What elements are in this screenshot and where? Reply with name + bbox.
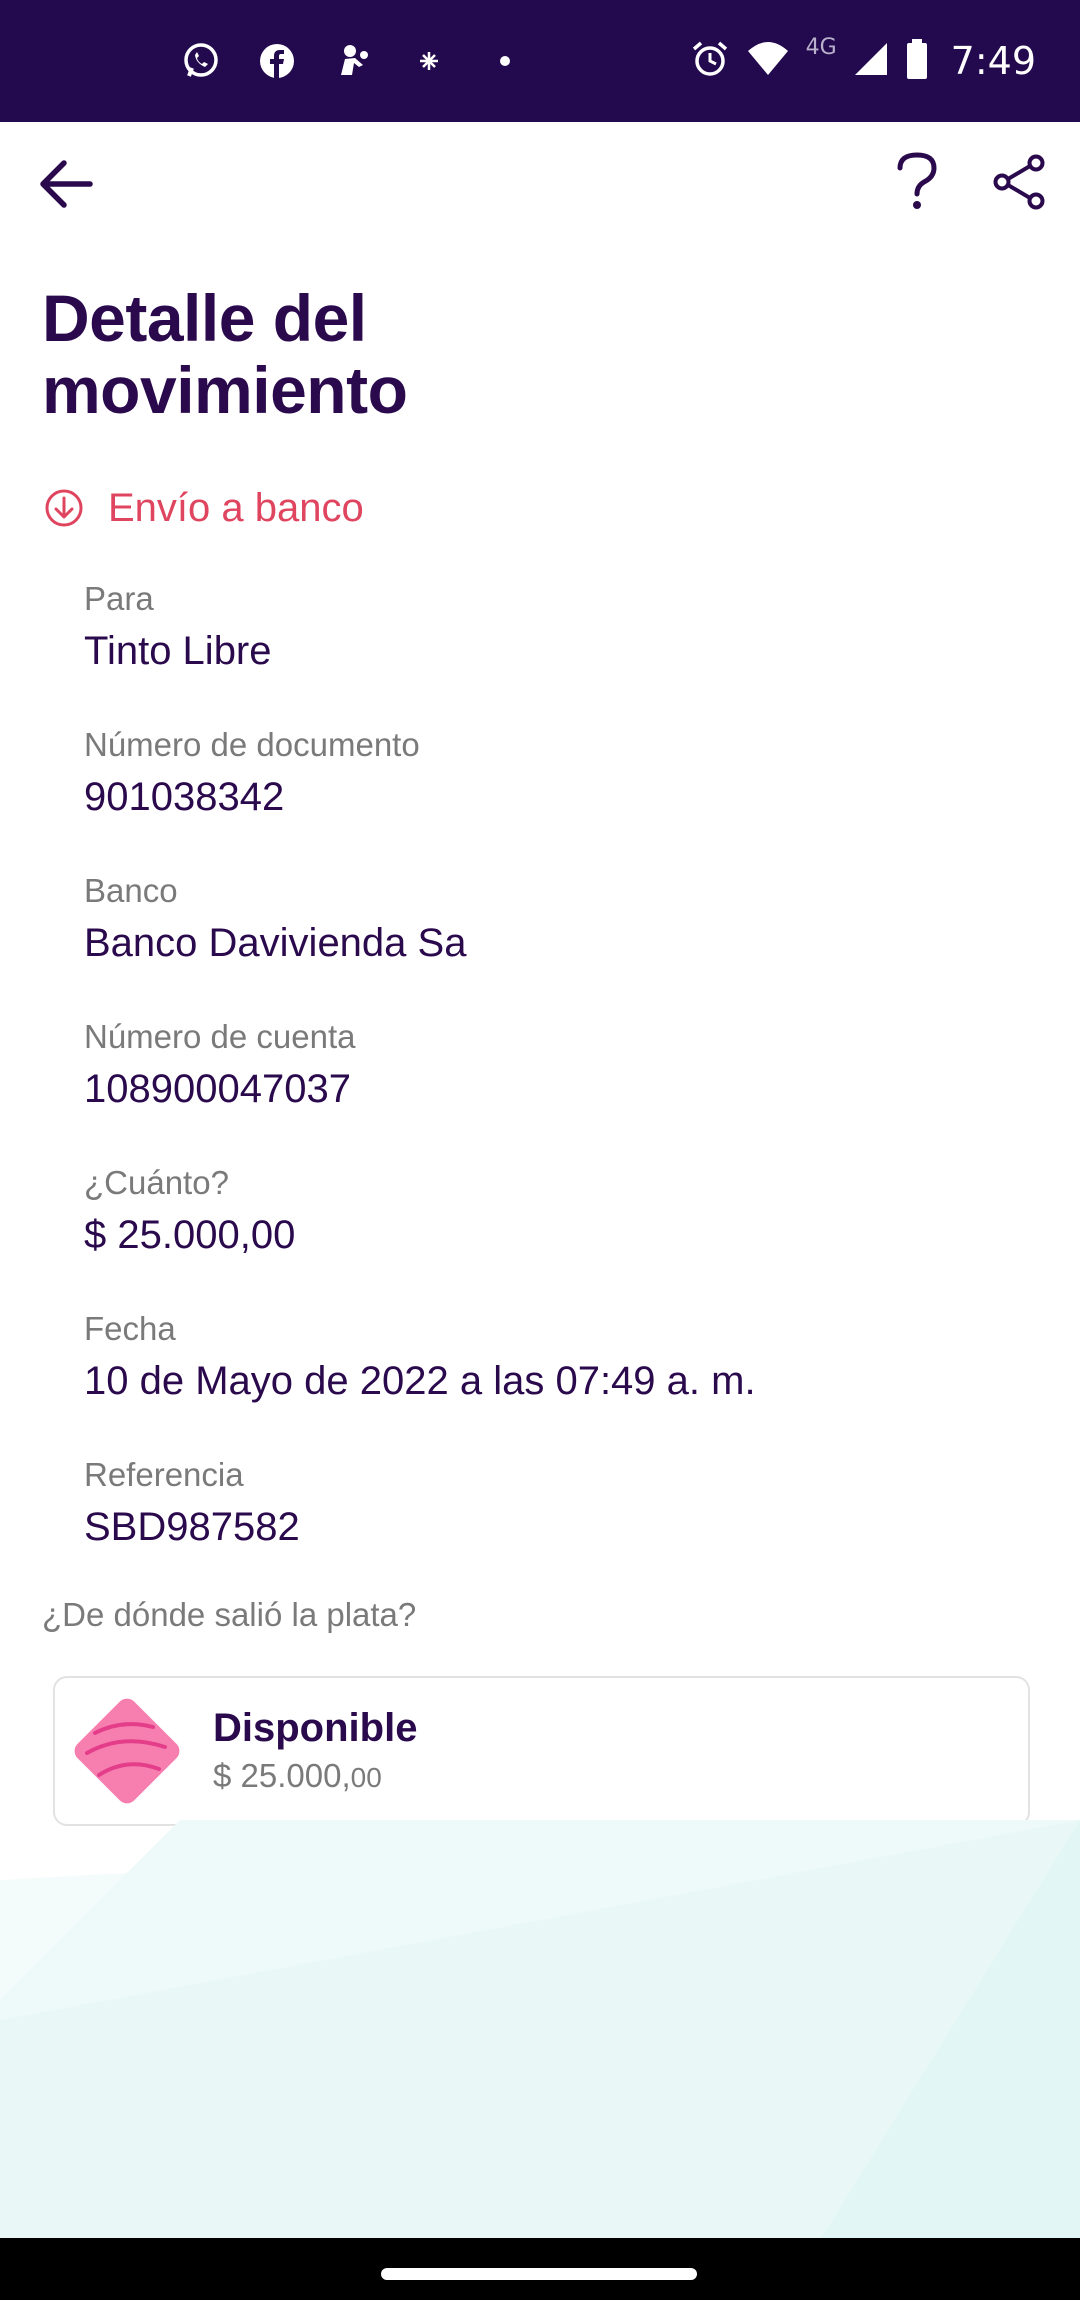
pocket-amount-cents: 00 — [350, 1762, 382, 1793]
notification-icons — [178, 36, 528, 86]
field-value: 108900047037 — [84, 1067, 351, 1111]
signal-icon — [853, 41, 889, 82]
home-indicator[interactable] — [381, 2268, 697, 2280]
facebook-icon — [254, 38, 300, 84]
app-bar — [0, 122, 1080, 242]
sparkle-icon — [406, 38, 452, 84]
movement-type: Envío a banco — [44, 478, 364, 538]
source-question: ¿De dónde salió la plata? — [42, 1596, 417, 1633]
field-amount: ¿Cuánto? $ 25.000,00 — [84, 1158, 1044, 1304]
page-title: Detalle del movimiento — [42, 281, 408, 427]
movement-type-label: Envío a banco — [108, 485, 364, 530]
pocket-info: Disponible $ 25.000,00 — [213, 1702, 417, 1800]
field-value: SBD987582 — [84, 1505, 300, 1549]
system-icons: 4G 7:49 — [690, 30, 1036, 92]
app-icon — [330, 38, 376, 84]
share-icon — [993, 154, 1045, 210]
field-reference: Referencia SBD987582 — [84, 1450, 1044, 1596]
status-bar: 4G 7:49 — [0, 0, 1080, 122]
system-nav-bar — [0, 2238, 1080, 2300]
field-label: Fecha — [84, 1310, 176, 1347]
field-label: Referencia — [84, 1456, 244, 1493]
movement-details: Para Tinto Libre Número de documento 901… — [84, 574, 1044, 1596]
back-button[interactable] — [30, 148, 102, 220]
background-decoration — [0, 1820, 1080, 2240]
pocket-name: Disponible — [213, 1706, 418, 1750]
field-recipient: Para Tinto Libre — [84, 574, 1044, 720]
field-value: 10 de Mayo de 2022 a las 07:49 a. m. — [84, 1359, 756, 1403]
pocket-amount: $ 25.000,00 — [213, 1754, 417, 1800]
field-value: Banco Davivienda Sa — [84, 921, 467, 965]
dot-icon — [482, 38, 528, 84]
arrow-down-circle-icon — [45, 489, 83, 527]
share-button[interactable] — [984, 146, 1056, 218]
field-label: ¿Cuánto? — [84, 1164, 229, 1201]
field-label: Para — [84, 580, 154, 617]
field-label: Número de documento — [84, 726, 420, 763]
field-date: Fecha 10 de Mayo de 2022 a las 07:49 a. … — [84, 1304, 1044, 1450]
wifi-icon — [746, 39, 790, 84]
network-type: 4G — [805, 34, 837, 60]
field-account-number: Número de cuenta 108900047037 — [84, 1012, 1044, 1158]
field-bank: Banco Banco Davivienda Sa — [84, 866, 1044, 1012]
help-button[interactable] — [880, 142, 954, 222]
field-label: Número de cuenta — [84, 1018, 356, 1055]
whatsapp-icon — [178, 38, 224, 84]
pocket-amount-main: $ 25.000, — [213, 1757, 351, 1794]
pink-pocket-icon — [74, 1698, 180, 1804]
clock: 7:49 — [950, 39, 1036, 83]
alarm-icon — [690, 39, 730, 84]
battery-icon — [905, 38, 929, 85]
field-value: 901038342 — [84, 775, 285, 819]
field-value: Tinto Libre — [84, 629, 272, 673]
field-label: Banco — [84, 872, 178, 909]
source-pocket-card[interactable]: Disponible $ 25.000,00 — [53, 1676, 1030, 1826]
question-mark-icon — [897, 152, 937, 209]
field-document-number: Número de documento 901038342 — [84, 720, 1044, 866]
field-value: $ 25.000,00 — [84, 1213, 296, 1257]
arrow-left-icon — [40, 160, 93, 208]
